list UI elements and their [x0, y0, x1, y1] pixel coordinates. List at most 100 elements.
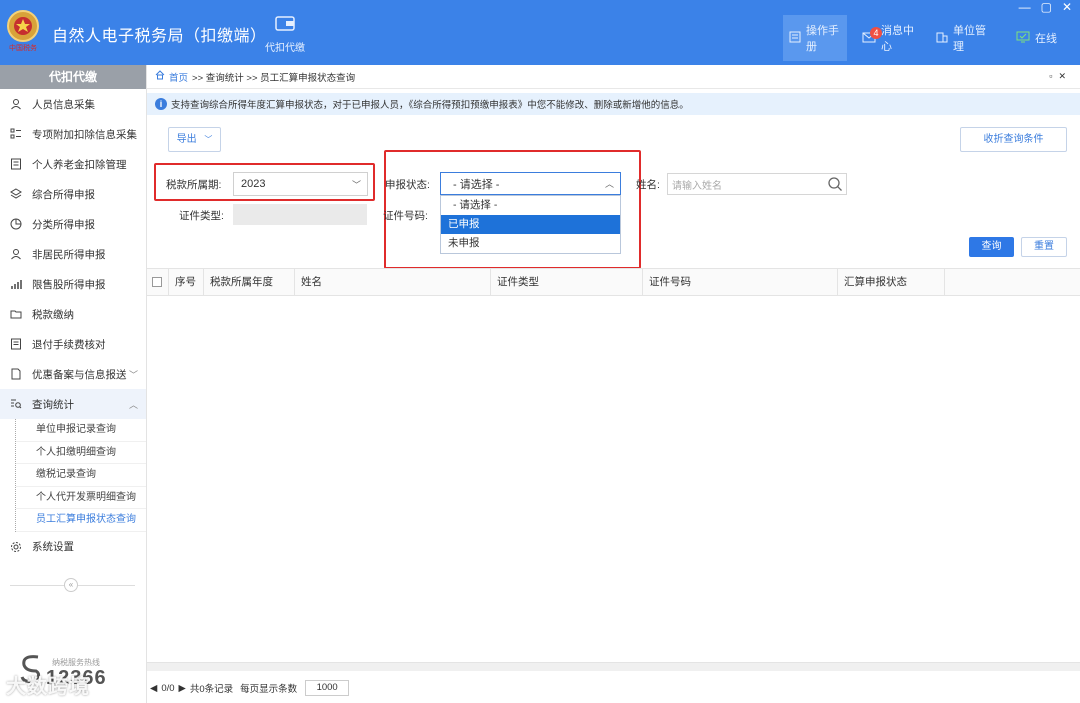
sidebar-item-label: 优惠备案与信息报送 [32, 368, 127, 381]
breadcrumb-path: >> 查询统计 >> 员工汇算申报状态查询 [192, 72, 356, 84]
col-index: 序号 [169, 269, 204, 296]
name-placeholder: 请输入姓名 [672, 180, 722, 192]
document-icon [9, 157, 23, 171]
submenu-personal-detail[interactable]: 个人扣缴明细查询 [16, 442, 146, 464]
app-header: 中国税务 自然人电子税务局（扣缴端） 代扣代缴 操作手册 4 消息中心 单位管理… [0, 0, 1080, 65]
breadcrumb: 首页 >> 查询统计 >> 员工汇算申报状态查询 ▫✕ [147, 65, 1080, 89]
receipt-icon [9, 337, 23, 351]
sidebar-item-person-info[interactable]: 人员信息采集 [0, 89, 146, 119]
status-dropdown: - 请选择 - 已申报 未申报 [440, 195, 621, 254]
tool-withholding[interactable]: 代扣代缴 [262, 14, 308, 54]
search-icon[interactable] [827, 176, 843, 195]
sidebar-item-pension[interactable]: 个人养老金扣除管理 [0, 149, 146, 179]
online-status-button[interactable]: 在线 [1010, 15, 1066, 61]
status-select[interactable]: - 请选择 - ︿ [440, 172, 621, 195]
notice-text: 支持查询综合所得年度汇算申报状态，对于已申报人员，《综合所得预扣预缴申报表》中您… [171, 100, 689, 111]
gear-icon [9, 540, 23, 554]
tax-period-select[interactable]: 2023 ﹀ [233, 172, 368, 196]
submenu-invoice-detail[interactable]: 个人代开发票明细查询 [16, 487, 146, 509]
sidebar-item-label: 非居民所得申报 [32, 248, 106, 261]
submenu-tax-payment-records[interactable]: 缴税记录查询 [16, 464, 146, 487]
sidebar-item-comprehensive-income[interactable]: 综合所得申报 [0, 179, 146, 209]
folder-icon [9, 307, 23, 321]
status-option-declared[interactable]: 已申报 [441, 215, 620, 234]
status-label: 申报状态: [385, 179, 430, 191]
id-number-label: 证件号码: [383, 210, 428, 222]
sidebar-item-label: 限售股所得申报 [32, 278, 106, 291]
maximize-icon[interactable]: ▢ [1041, 0, 1052, 14]
per-page-label: 每页显示条数 [240, 684, 298, 695]
name-input[interactable]: 请输入姓名 [667, 173, 847, 195]
col-id-type: 证件类型 [491, 269, 643, 296]
col-settlement-status: 汇算申报状态 [838, 269, 945, 296]
sidebar-item-classified-income[interactable]: 分类所得申报 [0, 209, 146, 239]
breadcrumb-home[interactable]: 首页 [169, 70, 188, 84]
id-type-select[interactable] [233, 204, 367, 225]
app-title: 自然人电子税务局（扣缴端） [52, 28, 267, 45]
collapse-filters-button[interactable]: 收折查询条件 [960, 127, 1067, 152]
sidebar-item-restricted-shares[interactable]: 限售股所得申报 [0, 269, 146, 299]
sidebar-item-settings[interactable]: 系统设置 [0, 532, 146, 562]
messages-label: 消息中心 [881, 25, 914, 53]
sidebar-item-label: 个人养老金扣除管理 [32, 158, 127, 171]
sidebar: 代扣代缴 人员信息采集 专项附加扣除信息采集 个人养老金扣除管理 综合所得申报 … [0, 65, 147, 703]
message-center-button[interactable]: 4 消息中心 [856, 15, 924, 61]
total-records: 共0条记录 [189, 684, 234, 695]
table-header: 序号 税款所属年度 姓名 证件类型 证件号码 汇算申报状态 [147, 268, 1080, 296]
horizontal-scrollbar[interactable] [147, 662, 1080, 671]
user-icon [9, 247, 23, 261]
bar-chart-icon [9, 277, 23, 291]
sidebar-item-preferential[interactable]: 优惠备案与信息报送 ﹀ [0, 359, 146, 389]
tab-controls[interactable]: ▫✕ [1049, 71, 1072, 82]
close-icon[interactable]: ✕ [1062, 0, 1072, 14]
col-tax-year: 税款所属年度 [204, 269, 295, 296]
submenu-annual-settlement-status[interactable]: 员工汇算申报状态查询 [16, 509, 146, 532]
reset-button[interactable]: 重置 [1021, 237, 1067, 257]
tax-period-value: 2023 [241, 178, 266, 190]
status-option-undeclared[interactable]: 未申报 [441, 234, 620, 253]
col-id-number: 证件号码 [643, 269, 838, 296]
prev-page-icon[interactable]: ◀ [150, 683, 157, 694]
sidebar-item-special-deduction[interactable]: 专项附加扣除信息采集 [0, 119, 146, 149]
sidebar-item-nonresident[interactable]: 非居民所得申报 [0, 239, 146, 269]
mail-icon: 4 [862, 26, 882, 46]
manual-button[interactable]: 操作手册 [783, 15, 847, 61]
minimize-icon[interactable]: — [1019, 0, 1031, 14]
sidebar-item-label: 查询统计 [32, 398, 74, 411]
watermark: 大数跨境 [6, 676, 90, 698]
sidebar-item-query-stats[interactable]: 查询统计 ︿ [0, 389, 146, 419]
sidebar-item-tax-payment[interactable]: 税款缴纳 [0, 299, 146, 329]
sidebar-item-label: 人员信息采集 [32, 98, 95, 111]
per-page-input[interactable]: 1000 [305, 680, 350, 696]
book-icon [789, 31, 801, 46]
next-page-icon[interactable]: ▶ [179, 683, 186, 694]
chevron-up-icon: ︿ [128, 399, 138, 410]
info-notice: i 支持查询综合所得年度汇算申报状态，对于已申报人员，《综合所得预扣预缴申报表》… [147, 93, 1080, 115]
layers-icon [9, 187, 23, 201]
message-badge: 4 [870, 26, 882, 39]
chevron-down-icon: ﹀ [351, 179, 361, 190]
home-icon [155, 70, 165, 83]
export-label: 导出 [176, 134, 197, 145]
online-label: 在线 [1035, 33, 1057, 45]
sidebar-header: 代扣代缴 [0, 65, 146, 89]
building-icon [936, 31, 948, 46]
manual-label: 操作手册 [806, 25, 839, 53]
sidebar-item-refund-fee[interactable]: 退付手续费核对 [0, 329, 146, 359]
sidebar-item-label: 综合所得申报 [32, 188, 95, 201]
file-icon [9, 367, 23, 381]
page-indicator: 0/0 [161, 682, 175, 694]
query-button[interactable]: 查询 [969, 237, 1014, 257]
select-all-checkbox[interactable] [147, 269, 169, 296]
info-icon: i [155, 98, 167, 110]
sidebar-item-label: 退付手续费核对 [32, 338, 106, 351]
col-name: 姓名 [295, 269, 491, 296]
unit-management-button[interactable]: 单位管理 [930, 15, 1000, 61]
collapse-sidebar-icon[interactable]: « [64, 578, 78, 592]
submenu-unit-records[interactable]: 单位申报记录查询 [16, 419, 146, 442]
query-icon [9, 397, 23, 411]
export-button[interactable]: 导出 ﹀ [168, 127, 221, 152]
person-icon [9, 97, 23, 111]
sidebar-item-label: 分类所得申报 [32, 218, 95, 231]
status-option-placeholder[interactable]: - 请选择 - [441, 196, 620, 215]
